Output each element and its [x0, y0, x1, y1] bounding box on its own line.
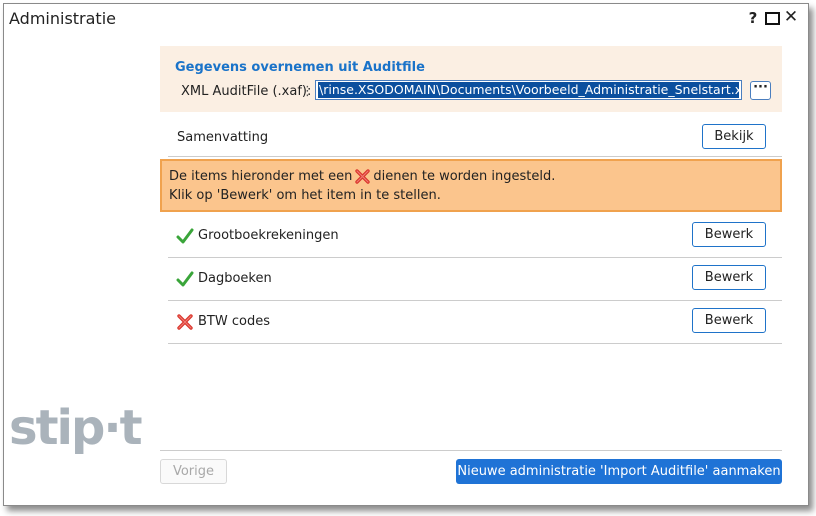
cross-icon	[177, 314, 193, 330]
browse-button[interactable]: ···	[750, 81, 771, 100]
edit-grootboekrekeningen-button[interactable]: Bewerk	[692, 222, 766, 247]
summary-label: Samenvatting	[177, 130, 269, 145]
check-icon	[176, 271, 194, 287]
title-bar: Administratie ? ✕	[4, 4, 808, 34]
maximize-icon	[765, 12, 780, 25]
list-item-dagboeken: Dagboeken Bewerk	[168, 257, 782, 301]
close-button[interactable]: ✕	[783, 7, 799, 27]
create-administration-button[interactable]: Nieuwe administratie 'Import Auditfile' …	[456, 459, 782, 484]
item-label: Grootboekrekeningen	[198, 228, 339, 243]
warning-banner: De items hieronder met een dienen te wor…	[160, 159, 782, 212]
edit-btw-codes-button[interactable]: Bewerk	[692, 308, 766, 333]
auditfile-path-input[interactable]: \rinse.XSODOMAIN\Documents\Voorbeeld_Adm…	[315, 80, 742, 100]
summary-row: Samenvatting Bekijk	[168, 116, 782, 157]
edit-dagboeken-button[interactable]: Bewerk	[692, 265, 766, 290]
stipt-logo: stip·t	[9, 400, 143, 456]
window-title: Administratie	[9, 9, 116, 28]
view-summary-button[interactable]: Bekijk	[702, 124, 766, 149]
help-button[interactable]: ?	[745, 9, 761, 29]
drag-handle-icon: ⋮	[301, 84, 314, 99]
warning-text-after: dienen te worden ingesteld.	[373, 169, 556, 184]
previous-button[interactable]: Vorige	[160, 459, 227, 484]
cross-icon	[355, 169, 371, 184]
maximize-button[interactable]	[764, 8, 780, 28]
footer-divider	[160, 450, 782, 451]
warning-line-1: De items hieronder met een dienen te wor…	[169, 168, 555, 185]
section-title: Gegevens overnemen uit Auditfile	[175, 60, 425, 75]
auditfile-panel: Gegevens overnemen uit Auditfile XML Aud…	[160, 46, 782, 112]
list-item-btw-codes: BTW codes Bewerk	[168, 300, 782, 344]
warning-text-before: De items hieronder met een	[169, 169, 353, 184]
list-item-grootboekrekeningen: Grootboekrekeningen Bewerk	[168, 214, 782, 258]
xaf-field-label: XML AuditFile (.xaf):	[181, 84, 312, 99]
item-label: BTW codes	[198, 314, 270, 329]
auditfile-path-value: \rinse.XSODOMAIN\Documents\Voorbeeld_Adm…	[318, 82, 739, 98]
item-label: Dagboeken	[198, 271, 272, 286]
warning-line-2: Klik op 'Bewerk' om het item in te stell…	[169, 188, 441, 203]
check-icon	[176, 228, 194, 244]
